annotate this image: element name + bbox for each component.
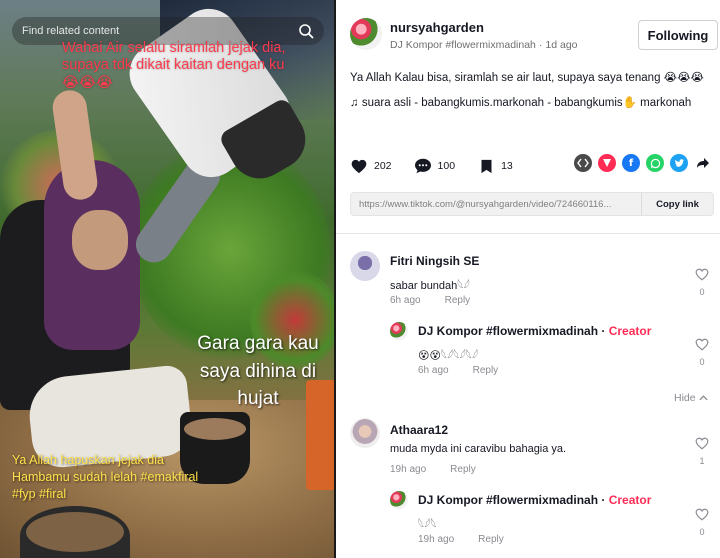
video-url[interactable]: https://www.tiktok.com/@nursyahgarden/vi… xyxy=(351,199,641,210)
reply-button[interactable]: Reply xyxy=(473,365,499,376)
heart-outline-icon xyxy=(695,437,709,450)
send-to-friends-icon[interactable] xyxy=(598,154,616,172)
copy-link-button[interactable]: Copy link xyxy=(641,193,713,215)
comment-like-count: 1 xyxy=(699,456,705,466)
caption-bottom: Ya Allah hapuskan jejak dia Hambamu suda… xyxy=(12,453,199,501)
reply-text: 𓆩𓆪𓆩 xyxy=(418,519,437,531)
reply-like-count: 0 xyxy=(699,357,705,367)
post-description: Ya Allah Kalau bisa, siramlah se air lau… xyxy=(350,72,704,84)
reply-like[interactable]: 0 xyxy=(693,508,711,537)
caption-top: Wahai Air selalu siramlah jejak dia, sup… xyxy=(62,40,286,91)
reply-time: 6h ago xyxy=(418,365,449,376)
embed-icon[interactable] xyxy=(574,154,592,172)
reply-like-count: 0 xyxy=(699,527,705,537)
reply-button[interactable]: Reply xyxy=(478,534,504,545)
commenter-avatar[interactable] xyxy=(350,418,380,448)
creator-avatar[interactable] xyxy=(390,322,408,340)
comment-meta: 6h ago Reply xyxy=(390,295,470,306)
like-count: 202 xyxy=(374,160,392,172)
caption-middle: Gara gara kau saya dihina di hujat xyxy=(197,333,319,410)
reply-button[interactable]: Reply xyxy=(445,295,471,306)
reply-author[interactable]: DJ Kompor #flowermixmadinah · Creator xyxy=(418,324,651,338)
save-action[interactable]: 13 xyxy=(477,157,513,175)
creator-avatar[interactable] xyxy=(390,491,408,509)
comment-count: 100 xyxy=(437,160,456,172)
action-bar: 202 100 13 f xyxy=(350,154,716,178)
commenter-avatar[interactable] xyxy=(350,251,380,281)
hide-replies-button[interactable]: Hide xyxy=(674,392,708,404)
comments-divider xyxy=(336,233,720,234)
twitter-icon[interactable] xyxy=(670,154,688,172)
commenter-name[interactable]: Fitri Ningsih SE xyxy=(390,254,479,268)
person-face xyxy=(72,210,128,270)
heart-outline-icon xyxy=(695,268,709,281)
comment-icon xyxy=(414,157,432,175)
reply-text: 😵😵𓆩𓆪𓆩𓆪𓆩𓆪 xyxy=(418,350,479,362)
music-link[interactable]: ♫ suara asli - babangkumis.markonah - ba… xyxy=(350,95,700,112)
reply-button[interactable]: Reply xyxy=(450,464,476,475)
like-action[interactable]: 202 xyxy=(350,157,392,175)
search-icon[interactable] xyxy=(298,23,314,39)
comment-time: 6h ago xyxy=(390,295,421,306)
facebook-icon[interactable]: f xyxy=(622,154,640,172)
author-username[interactable]: nursyahgarden xyxy=(390,20,484,35)
author-avatar[interactable] xyxy=(350,18,382,50)
commenter-name[interactable]: Athaara12 xyxy=(390,423,448,437)
reply-like[interactable]: 0 xyxy=(693,338,711,367)
reply-author-name: DJ Kompor #flowermixmadinah xyxy=(418,493,599,507)
following-button[interactable]: Following xyxy=(638,20,718,50)
share-arrow-icon[interactable] xyxy=(694,154,712,172)
video-player[interactable]: Find related content Wahai Air selalu si… xyxy=(0,0,334,558)
heart-icon xyxy=(350,157,368,175)
save-count: 13 xyxy=(501,160,513,172)
comment-time: 19h ago xyxy=(390,464,427,475)
comment-text: muda myda ini caravibu bahagia ya. xyxy=(390,443,567,455)
comment-text: sabar bundah𓆩𓆪 xyxy=(390,280,470,292)
heart-outline-icon xyxy=(695,338,709,351)
search-placeholder: Find related content xyxy=(22,25,120,37)
reply-meta: 6h ago Reply xyxy=(418,365,498,376)
video-link-box: https://www.tiktok.com/@nursyahgarden/vi… xyxy=(350,192,714,216)
share-buttons: f xyxy=(568,154,712,172)
reply-meta: 19h ago Reply xyxy=(418,534,504,545)
whatsapp-icon[interactable] xyxy=(646,154,664,172)
comment-like[interactable]: 0 xyxy=(693,268,711,297)
author-display-name: DJ Kompor #flowermixmadinah xyxy=(390,39,536,51)
details-panel: nursyahgarden DJ Kompor #flowermixmadina… xyxy=(336,0,720,558)
author-subline: DJ Kompor #flowermixmadinah · 1d ago xyxy=(390,39,578,51)
reply-time: 19h ago xyxy=(418,534,455,545)
bookmark-icon xyxy=(477,157,495,175)
creator-badge: Creator xyxy=(608,493,652,507)
chevron-up-icon xyxy=(698,392,708,404)
post-time: 1d ago xyxy=(545,39,578,51)
heart-outline-icon xyxy=(695,508,709,521)
comment-like[interactable]: 1 xyxy=(693,437,711,466)
comment-like-count: 0 xyxy=(699,287,705,297)
comment-meta: 19h ago Reply xyxy=(390,464,476,475)
hide-label: Hide xyxy=(674,392,696,404)
soil-pot-bottom xyxy=(20,506,130,558)
creator-badge: Creator xyxy=(608,324,652,338)
comment-action[interactable]: 100 xyxy=(414,157,456,175)
reply-author[interactable]: DJ Kompor #flowermixmadinah · Creator xyxy=(418,493,651,507)
reply-author-name: DJ Kompor #flowermixmadinah xyxy=(418,324,599,338)
